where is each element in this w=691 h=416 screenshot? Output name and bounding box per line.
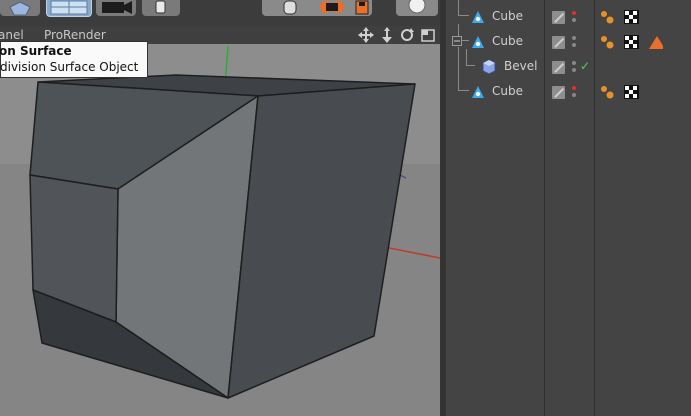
- viewport-canvas: [0, 44, 440, 416]
- checker-material-tag-icon[interactable]: [624, 35, 639, 49]
- snap-tools-button[interactable]: [262, 0, 372, 16]
- editor-visibility-dot[interactable]: [572, 86, 576, 90]
- phong-tag-icon[interactable]: [600, 35, 615, 49]
- layer-toggle[interactable]: [552, 36, 565, 49]
- object-row-cube-3[interactable]: Cube: [446, 50, 691, 105]
- menu-prorender[interactable]: ProRender: [44, 28, 106, 42]
- object-row-bevel[interactable]: Bevel ✓: [446, 47, 691, 80]
- light-bulb-icon: [155, 0, 166, 14]
- cube-object-icon: [472, 86, 484, 98]
- light-button[interactable]: [142, 0, 180, 16]
- main-toolbar: [0, 0, 446, 26]
- move-view-icon[interactable]: [358, 27, 374, 43]
- editor-visibility-dot[interactable]: [572, 61, 576, 65]
- render-visibility-dot[interactable]: [572, 18, 576, 22]
- rotate-view-icon[interactable]: [399, 27, 415, 43]
- object-row-cube-1[interactable]: Cube: [446, 0, 691, 30]
- tree-line: [458, 72, 469, 91]
- tree-line: [466, 49, 475, 66]
- menu-panel[interactable]: anel: [0, 28, 24, 42]
- layer-toggle[interactable]: [552, 86, 565, 99]
- zoom-view-icon[interactable]: [379, 27, 395, 43]
- object-tooltip: on Surface division Surface Object: [0, 41, 148, 78]
- tooltip-title: on Surface: [0, 44, 72, 58]
- tooltip-subtitle: division Surface Object: [0, 60, 139, 74]
- phong-tag-icon[interactable]: [600, 10, 615, 24]
- display-mode-button[interactable]: [0, 0, 40, 16]
- settings-button[interactable]: [396, 0, 438, 16]
- tree-line: [458, 0, 469, 16]
- collapse-icon[interactable]: [452, 36, 462, 46]
- object-name[interactable]: Bevel: [504, 59, 537, 73]
- gear-icon: [408, 0, 426, 14]
- 3d-viewport[interactable]: [0, 44, 440, 416]
- checker-material-tag-icon[interactable]: [624, 85, 639, 99]
- editor-visibility-dot[interactable]: [572, 11, 576, 15]
- phong-tag-icon[interactable]: [600, 85, 615, 99]
- render-visibility-dot[interactable]: [572, 93, 576, 97]
- tree-line: [458, 50, 459, 72]
- cube-display-icon: [9, 1, 31, 16]
- object-name[interactable]: Cube: [492, 34, 523, 48]
- object-name[interactable]: Cube: [492, 9, 523, 23]
- maximize-view-icon[interactable]: [420, 27, 436, 43]
- object-manager: Cube Cube Bevel ✓ Cube: [446, 0, 691, 416]
- warning-tag-icon[interactable]: [648, 35, 663, 49]
- grid-icon: [50, 0, 88, 15]
- checker-material-tag-icon[interactable]: [624, 10, 639, 24]
- grid-view-button[interactable]: [46, 0, 92, 17]
- render-visibility-dot[interactable]: [572, 68, 576, 72]
- camera-button[interactable]: [96, 0, 136, 16]
- editor-visibility-dot[interactable]: [572, 36, 576, 40]
- camera-icon: [102, 1, 132, 14]
- cube-object-icon: [472, 36, 484, 48]
- cube-object-icon: [472, 11, 484, 23]
- layer-toggle[interactable]: [552, 61, 565, 74]
- object-row-cube-2[interactable]: Cube: [446, 24, 691, 55]
- tools-icon: [283, 0, 369, 15]
- bevel-deformer-icon: [482, 60, 496, 74]
- layer-toggle[interactable]: [552, 11, 565, 24]
- object-name[interactable]: Cube: [492, 84, 523, 98]
- enabled-check-icon[interactable]: ✓: [580, 59, 590, 73]
- render-visibility-dot[interactable]: [572, 43, 576, 47]
